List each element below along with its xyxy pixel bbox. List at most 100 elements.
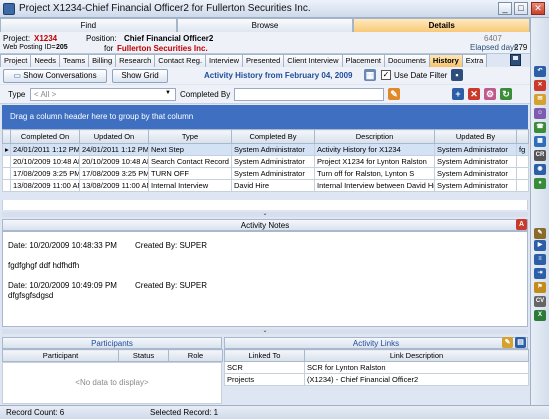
column-header[interactable]: Completed On [10, 129, 80, 144]
table-cell: 13/08/2009 11:00 AM [10, 179, 80, 192]
tab-find[interactable]: Find [0, 18, 177, 32]
link-open-icon[interactable]: ▤ [515, 337, 526, 348]
tab-client-interview[interactable]: Client Interview [283, 54, 343, 67]
table-row[interactable]: 17/08/2009 3:25 PM 17/08/2009 3:25 PM TU… [2, 167, 529, 180]
activity-notes-panel[interactable]: Date: 10/20/2009 10:48:33 PM Created By:… [2, 231, 528, 327]
column-header[interactable]: Updated By [434, 129, 517, 144]
tab-interview[interactable]: Interview [205, 54, 244, 67]
note-created-by: Created By: SUPER [135, 281, 208, 290]
participants-empty: <No data to display> [2, 362, 222, 404]
column-header[interactable]: Type [148, 129, 232, 144]
indent-icon[interactable]: ⇥ [534, 268, 546, 279]
column-header[interactable]: Participant [2, 349, 119, 362]
show-grid-button[interactable]: Show Grid [112, 69, 168, 83]
delete-row-icon[interactable]: ✕ [468, 88, 480, 100]
completed-by-input[interactable] [234, 88, 384, 101]
link-edit-icon[interactable]: ✎ [502, 337, 513, 348]
calendar-picker-icon[interactable]: ▦ [364, 69, 376, 81]
project-header: Project: X1234 Web Posting ID= 205 Posit… [0, 32, 530, 54]
column-header[interactable]: Linked To [224, 349, 305, 362]
show-conversations-button[interactable]: ▭ Show Conversations [3, 69, 107, 83]
phone-icon[interactable]: ☎ [534, 122, 546, 133]
tab-browse[interactable]: Browse [176, 18, 354, 32]
table-cell: Projects [224, 373, 305, 386]
save-filter-icon[interactable]: ▪ [451, 69, 463, 81]
list-icon[interactable]: ≡ [534, 254, 546, 265]
table-cell: TURN OFF [148, 167, 232, 180]
world-icon[interactable]: ◉ [534, 164, 546, 175]
person-icon[interactable]: ☺ [534, 108, 546, 119]
undo-icon[interactable]: ↶ [534, 66, 546, 77]
tab-project[interactable]: Project [0, 54, 32, 67]
table-cell: SCR [224, 361, 305, 374]
mail-icon[interactable]: ✉ [534, 94, 546, 105]
go-icon[interactable]: ● [534, 178, 546, 189]
record-count: Record Count: 6 [6, 408, 65, 417]
notes-splitter[interactable]: ⌄ [2, 328, 528, 334]
table-cell: 17/08/2009 3:25 PM [10, 167, 80, 180]
maximize-button[interactable]: □ [514, 2, 528, 15]
tab-needs[interactable]: Needs [30, 54, 61, 67]
group-by-bar[interactable]: Drag a column header here to group by th… [2, 105, 528, 129]
column-header[interactable]: Role [168, 349, 223, 362]
minimize-button[interactable]: _ [498, 2, 512, 15]
font-icon[interactable]: A [516, 219, 527, 230]
tab-billing[interactable]: Billing [88, 54, 117, 67]
delete-icon[interactable]: ✕ [534, 80, 546, 91]
flag-icon[interactable]: ⚑ [534, 282, 546, 293]
project-label: Project: [3, 34, 31, 43]
close-button[interactable]: ✕ [531, 2, 545, 15]
activity-links-grid: Linked To Link Description SCR SCR for L… [224, 349, 529, 386]
tab-research[interactable]: Research [115, 54, 156, 67]
completed-by-label: Completed By [180, 90, 231, 99]
row-indicator [2, 155, 11, 168]
tab-placement[interactable]: Placement [341, 54, 385, 67]
right-toolbar: ↶ ✕ ✉ ☺ ☎ ▦ CR ◉ ● ✎ ▶ ≡ ⇥ ⚑ CV X [530, 18, 549, 406]
history-toolbar: ▭ Show Conversations Show Grid Activity … [0, 67, 530, 84]
table-cell [516, 167, 529, 180]
cv-icon[interactable]: CV [534, 296, 546, 307]
grid-empty-area [2, 200, 528, 210]
tab-history[interactable]: History [428, 54, 463, 67]
cr-icon[interactable]: CR [534, 150, 546, 161]
add-icon[interactable]: + [452, 88, 464, 100]
table-row[interactable]: 13/08/2009 11:00 AM 13/08/2009 11:00 AM … [2, 179, 529, 192]
column-header[interactable]: Status [118, 349, 169, 362]
tab-documents[interactable]: Documents [383, 54, 430, 67]
type-select[interactable]: < All > [30, 88, 176, 101]
table-row[interactable]: ▸ 24/01/2011 1:12 PM 24/01/2011 1:12 PM … [2, 143, 529, 156]
column-header[interactable]: Description [314, 129, 435, 144]
calendar-icon[interactable]: ▦ [534, 136, 546, 147]
column-header[interactable]: Updated On [79, 129, 149, 144]
column-header[interactable]: Completed By [231, 129, 315, 144]
table-cell: System Administrator [231, 143, 315, 156]
excel-icon[interactable]: X [534, 310, 546, 321]
top-tabs: Find Browse Details [0, 18, 531, 32]
table-row[interactable]: Projects (X1234) - Chief Financial Offic… [224, 373, 529, 386]
elapsed-label: Elapsed days [470, 43, 519, 52]
tab-presented[interactable]: Presented [242, 54, 285, 67]
refresh-icon[interactable]: ↻ [500, 88, 512, 100]
tab-teams[interactable]: Teams [59, 54, 90, 67]
edit-icon[interactable]: ✎ [534, 228, 546, 239]
filter-row: Type < All > ▼ Completed By ✎ + ✕ ⚙ ↻ [0, 85, 530, 104]
table-row[interactable]: 20/10/2009 10:48 AM 20/10/2009 10:48 AM … [2, 155, 529, 168]
lookup-icon[interactable]: ✎ [388, 88, 400, 100]
show-conversations-label: Show Conversations [23, 71, 97, 80]
tab-contact-reg[interactable]: Contact Reg. [154, 54, 207, 67]
chevron-down-icon[interactable]: ▼ [165, 90, 171, 96]
column-header[interactable]: Link Description [304, 349, 529, 362]
table-cell: System Administrator [434, 143, 517, 156]
table-row[interactable]: SCR SCR for Lynton Ralston [224, 361, 529, 374]
save-icon[interactable] [510, 54, 521, 66]
use-date-filter-checkbox[interactable]: ✓ [381, 70, 391, 80]
web-posting-value: 205 [56, 44, 68, 51]
arrow-right-icon[interactable]: ▶ [534, 240, 546, 251]
table-cell: Turn off for Ralston, Lynton S [314, 167, 435, 180]
filter-icon[interactable]: ⚙ [484, 88, 496, 100]
tab-extra[interactable]: Extra [461, 54, 488, 67]
tab-details[interactable]: Details [353, 18, 531, 32]
bottom-panels: Participants Participant Status Role <No… [2, 337, 529, 405]
grid-splitter[interactable]: ⌄ [2, 211, 528, 217]
note-date: Date: 10/20/2009 10:49:09 PM [8, 281, 117, 290]
